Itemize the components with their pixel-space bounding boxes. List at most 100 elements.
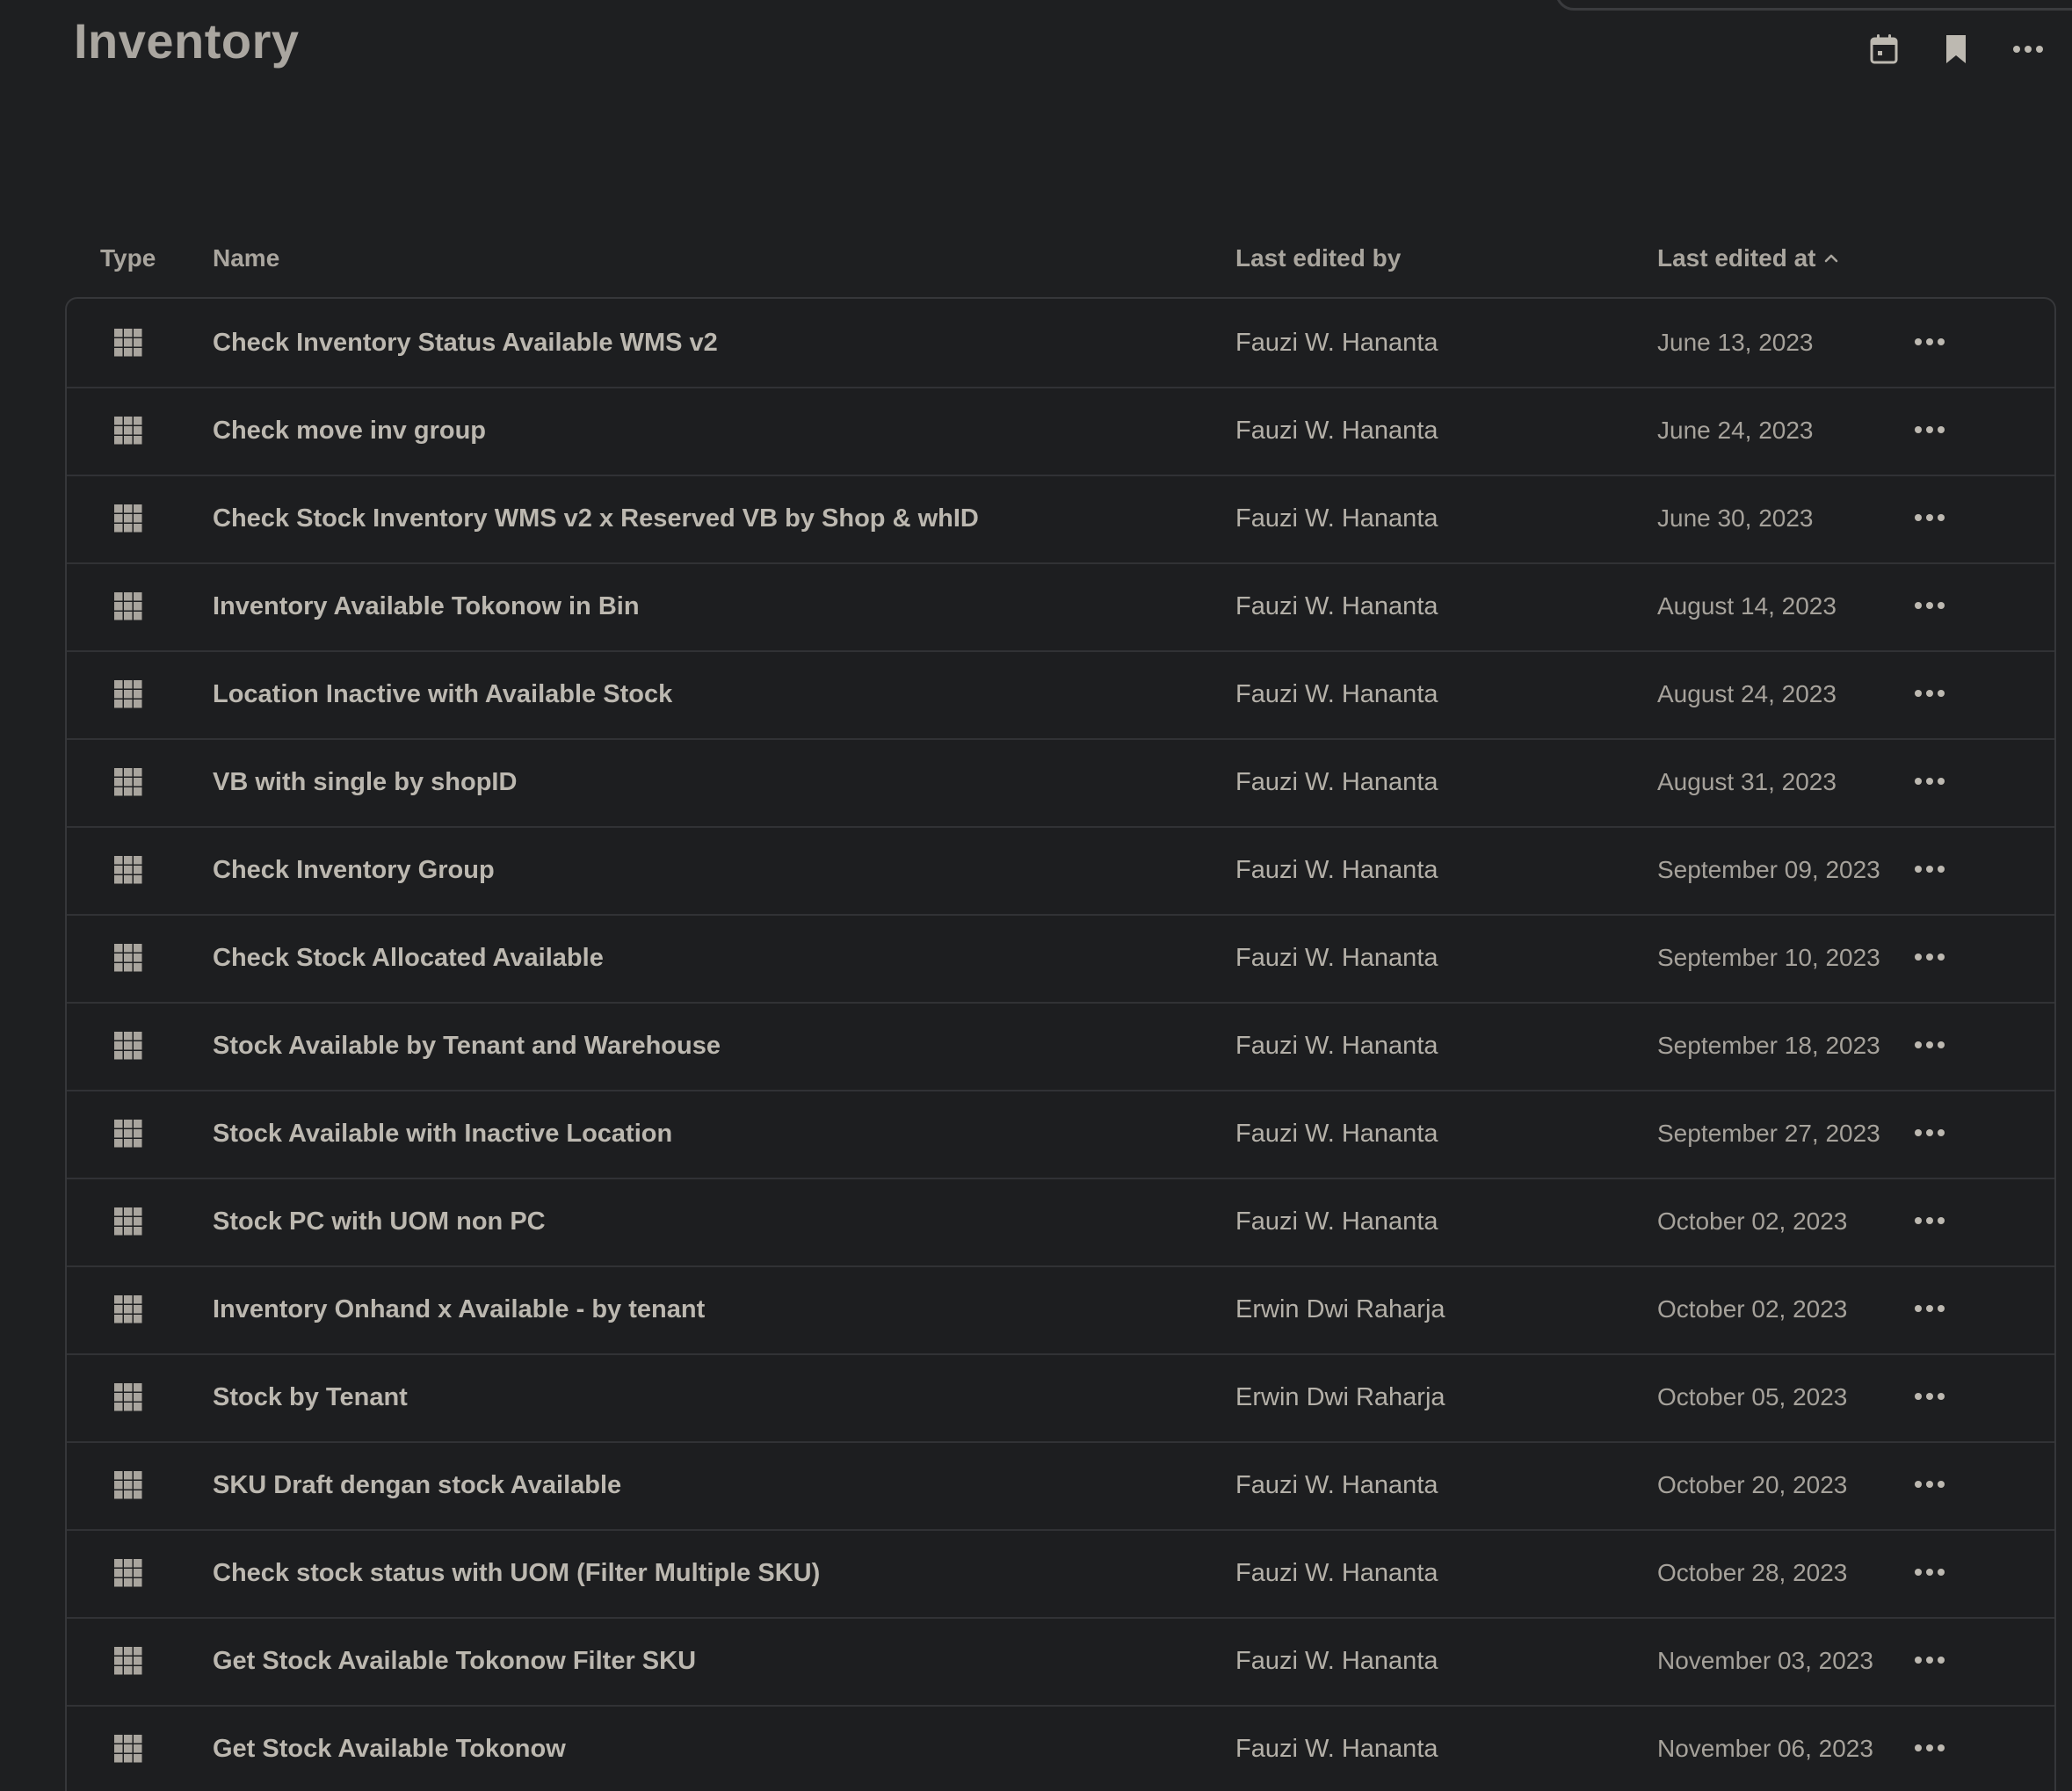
row-last-edited-by: Fauzi W. Hananta: [1235, 767, 1438, 796]
table-grid-icon: [114, 475, 142, 562]
table-grid-icon: [114, 1353, 142, 1441]
row-last-edited-by: Fauzi W. Hananta: [1235, 1470, 1438, 1499]
row-more-options-button[interactable]: [1910, 1353, 1949, 1441]
table-row[interactable]: VB with single by shopID Fauzi W. Hananta…: [67, 738, 2054, 828]
table-grid-icon: [114, 914, 142, 1002]
sort-ascending-icon: [1825, 254, 1838, 263]
row-more-options-button[interactable]: [1910, 1617, 1949, 1705]
row-more-options-button[interactable]: [1910, 1529, 1949, 1617]
row-name[interactable]: Check Stock Inventory WMS v2 x Reserved …: [213, 475, 979, 562]
table-row[interactable]: Stock Available with Inactive Location Fa…: [67, 1090, 2054, 1179]
bookmark-button[interactable]: [1938, 26, 1974, 72]
table-grid-icon: [114, 1617, 142, 1705]
row-last-edited-at: October 20, 2023: [1657, 1471, 1848, 1498]
table-row[interactable]: Location Inactive with Available Stock Fa…: [67, 650, 2054, 740]
row-more-options-button[interactable]: [1910, 1002, 1949, 1090]
calendar-button[interactable]: [1866, 26, 1902, 72]
table-row[interactable]: Check Inventory Group Fauzi W. Hananta Sep…: [67, 826, 2054, 916]
more-horizontal-icon: [1914, 335, 1945, 351]
more-options-button[interactable]: [2010, 26, 2046, 72]
row-more-options-button[interactable]: [1910, 914, 1949, 1002]
row-name[interactable]: Location Inactive with Available Stock: [213, 650, 672, 738]
table-row[interactable]: Stock Available by Tenant and Warehouse F…: [67, 1002, 2054, 1091]
column-header-last-edited-at-label: Last edited at: [1657, 244, 1816, 272]
table-row[interactable]: Get Stock Available Tokonow Filter SKU Fa…: [67, 1617, 2054, 1707]
table-row[interactable]: Check Inventory Status Available WMS v2 F…: [67, 299, 2054, 388]
row-name[interactable]: Stock PC with UOM non PC: [213, 1178, 546, 1265]
table-row[interactable]: Inventory Available Tokonow in Bin Fauzi …: [67, 562, 2054, 652]
table-header: Type Name Last edited by Last edited at: [0, 244, 2072, 285]
row-name[interactable]: Stock Available by Tenant and Warehouse: [213, 1002, 721, 1090]
row-name[interactable]: Check move inv group: [213, 387, 486, 475]
page-title: Inventory: [74, 13, 300, 69]
row-last-edited-by: Fauzi W. Hananta: [1235, 416, 1438, 445]
row-last-edited-at: September 10, 2023: [1657, 944, 1880, 971]
table-row[interactable]: Stock PC with UOM non PC Fauzi W. Hananta…: [67, 1178, 2054, 1267]
more-horizontal-icon: [2013, 46, 2043, 53]
row-name[interactable]: Stock Available with Inactive Location: [213, 1090, 672, 1178]
table-grid-icon: [114, 826, 142, 914]
row-last-edited-at: September 09, 2023: [1657, 856, 1880, 883]
table-grid-icon: [114, 1705, 142, 1791]
row-last-edited-at: August 24, 2023: [1657, 680, 1837, 707]
row-last-edited-by: Erwin Dwi Raharja: [1235, 1382, 1445, 1411]
table-row[interactable]: Inventory Onhand x Available - by tenant…: [67, 1265, 2054, 1355]
row-name[interactable]: Check Inventory Group: [213, 826, 495, 914]
row-last-edited-at: August 31, 2023: [1657, 768, 1837, 795]
row-name[interactable]: Check stock status with UOM (Filter Mult…: [213, 1529, 820, 1617]
row-last-edited-at: October 02, 2023: [1657, 1295, 1848, 1323]
table-row[interactable]: Check move inv group Fauzi W. Hananta June…: [67, 387, 2054, 476]
row-name[interactable]: Get Stock Available Tokonow: [213, 1705, 566, 1791]
row-more-options-button[interactable]: [1910, 387, 1949, 475]
table-row[interactable]: Stock by Tenant Erwin Dwi Raharja October …: [67, 1353, 2054, 1443]
row-more-options-button[interactable]: [1910, 650, 1949, 738]
row-more-options-button[interactable]: [1910, 1265, 1949, 1353]
row-name[interactable]: VB with single by shopID: [213, 738, 517, 826]
more-horizontal-icon: [1914, 1126, 1945, 1142]
items-table: Check Inventory Status Available WMS v2 F…: [65, 297, 2056, 1791]
table-row[interactable]: SKU Draft dengan stock Available Fauzi W.…: [67, 1441, 2054, 1531]
row-last-edited-by: Fauzi W. Hananta: [1235, 591, 1438, 620]
row-more-options-button[interactable]: [1910, 562, 1949, 650]
more-horizontal-icon: [1914, 1214, 1945, 1229]
row-name[interactable]: Check Inventory Status Available WMS v2: [213, 299, 718, 387]
table-row[interactable]: Check stock status with UOM (Filter Mult…: [67, 1529, 2054, 1619]
row-name[interactable]: SKU Draft dengan stock Available: [213, 1441, 621, 1529]
table-grid-icon: [114, 1178, 142, 1265]
row-last-edited-by: Fauzi W. Hananta: [1235, 679, 1438, 708]
row-name[interactable]: Check Stock Allocated Available: [213, 914, 604, 1002]
row-more-options-button[interactable]: [1910, 1705, 1949, 1791]
row-last-edited-by: Fauzi W. Hananta: [1235, 1031, 1438, 1060]
more-horizontal-icon: [1914, 686, 1945, 702]
row-more-options-button[interactable]: [1910, 299, 1949, 387]
table-grid-icon: [114, 299, 142, 387]
table-row[interactable]: Check Stock Inventory WMS v2 x Reserved …: [67, 475, 2054, 564]
row-name[interactable]: Stock by Tenant: [213, 1353, 408, 1441]
table-grid-icon: [114, 562, 142, 650]
row-last-edited-by: Fauzi W. Hananta: [1235, 328, 1438, 357]
column-header-type[interactable]: Type: [100, 244, 156, 272]
column-header-name[interactable]: Name: [213, 244, 279, 272]
row-last-edited-at: June 30, 2023: [1657, 504, 1814, 532]
row-more-options-button[interactable]: [1910, 1178, 1949, 1265]
table-row[interactable]: Check Stock Allocated Available Fauzi W. …: [67, 914, 2054, 1004]
row-name[interactable]: Inventory Onhand x Available - by tenant: [213, 1265, 705, 1353]
row-more-options-button[interactable]: [1910, 1441, 1949, 1529]
row-more-options-button[interactable]: [1910, 738, 1949, 826]
row-more-options-button[interactable]: [1910, 826, 1949, 914]
row-more-options-button[interactable]: [1910, 475, 1949, 562]
column-header-last-edited-at[interactable]: Last edited at: [1657, 244, 1838, 272]
row-last-edited-by: Fauzi W. Hananta: [1235, 504, 1438, 533]
table-row[interactable]: Get Stock Available Tokonow Fauzi W. Hana…: [67, 1705, 2054, 1791]
more-horizontal-icon: [1914, 1653, 1945, 1669]
column-header-last-edited-by[interactable]: Last edited by: [1235, 244, 1401, 272]
row-more-options-button[interactable]: [1910, 1090, 1949, 1178]
row-name[interactable]: Inventory Available Tokonow in Bin: [213, 562, 640, 650]
row-last-edited-at: June 24, 2023: [1657, 417, 1814, 444]
search-bar-edge[interactable]: [1555, 0, 2072, 11]
row-name[interactable]: Get Stock Available Tokonow Filter SKU: [213, 1617, 696, 1705]
table-grid-icon: [114, 1002, 142, 1090]
table-grid-icon: [114, 387, 142, 475]
more-horizontal-icon: [1914, 598, 1945, 614]
row-last-edited-at: September 27, 2023: [1657, 1120, 1880, 1147]
